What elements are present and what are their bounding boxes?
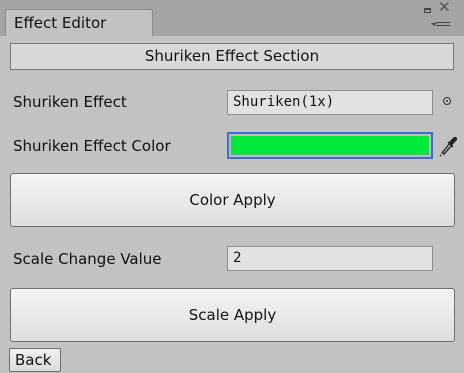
tab-effect-editor[interactable]: Effect Editor <box>5 9 153 36</box>
back-button[interactable]: Back <box>9 348 61 372</box>
effect-editor-window: Effect Editor ✕ Shuriken Effect Section … <box>0 0 464 373</box>
scale-change-value-field[interactable]: 2 <box>227 246 433 271</box>
menu-line <box>436 25 450 26</box>
shuriken-effect-color-field[interactable] <box>227 132 433 159</box>
menu-arrow-icon <box>431 23 437 26</box>
menu-line <box>436 22 450 23</box>
scale-change-value-label: Scale Change Value <box>13 250 162 268</box>
color-swatch <box>231 136 429 155</box>
shuriken-effect-color-label: Shuriken Effect Color <box>13 137 171 155</box>
tab-bar: Effect Editor ✕ <box>0 0 464 36</box>
object-picker-icon[interactable] <box>443 97 451 105</box>
shuriken-effect-label: Shuriken Effect <box>13 93 127 111</box>
scale-apply-button[interactable]: Scale Apply <box>10 288 455 342</box>
menu-icon[interactable] <box>431 22 450 30</box>
close-icon[interactable]: ✕ <box>438 0 451 15</box>
shuriken-effect-field[interactable]: Shuriken(1x) <box>227 90 433 115</box>
section-header: Shuriken Effect Section <box>10 43 454 70</box>
window-controls: ✕ <box>420 0 456 34</box>
maximize-icon[interactable] <box>424 8 431 13</box>
eyedropper-icon[interactable] <box>437 134 459 158</box>
color-apply-button[interactable]: Color Apply <box>10 173 455 227</box>
